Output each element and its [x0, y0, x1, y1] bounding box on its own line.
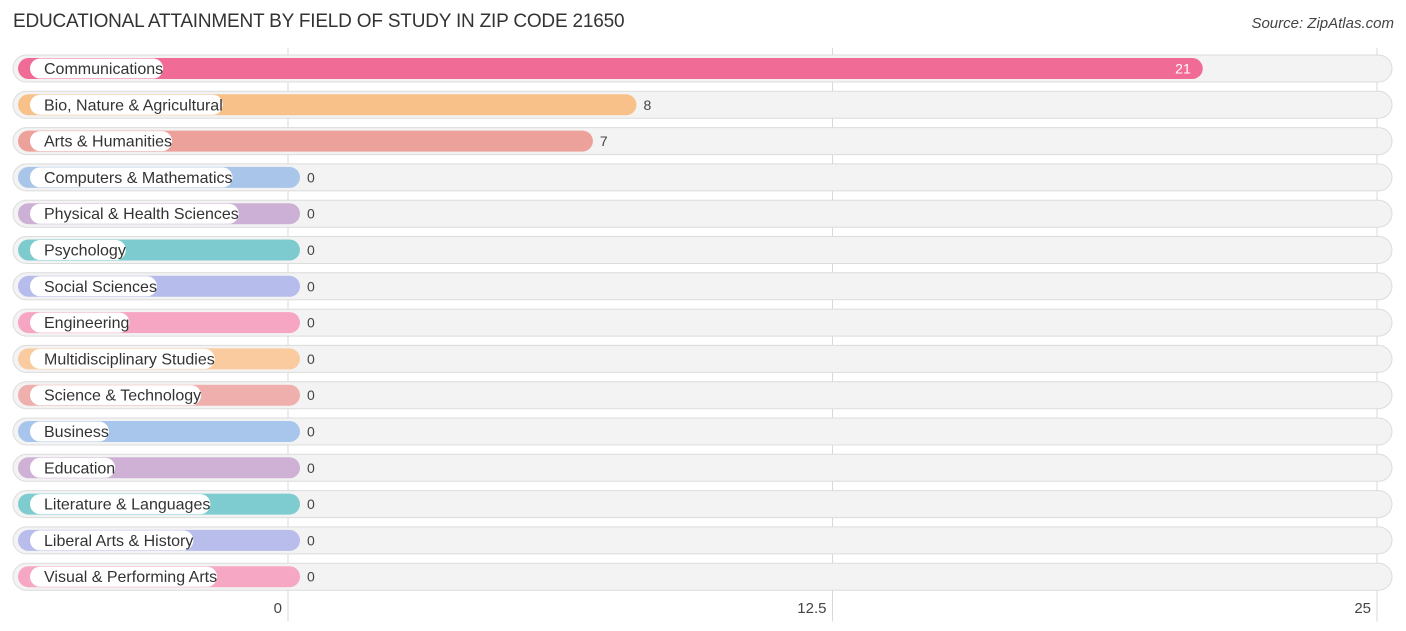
value-label: 0 [307, 169, 315, 185]
x-tick-label: 25 [1354, 600, 1371, 617]
value-label: 0 [307, 387, 315, 403]
value-label: 0 [307, 206, 315, 222]
category-label: Physical & Health Sciences [44, 206, 239, 223]
category-label: Bio, Nature & Agricultural [44, 97, 223, 114]
category-label: Business [44, 424, 109, 441]
value-label: 0 [307, 496, 315, 512]
bar-row: Science & Technology 0 [12, 381, 1393, 410]
value-label: 0 [307, 351, 315, 367]
bar-row: Social Sciences 0 [12, 272, 1393, 301]
value-label: 0 [307, 242, 315, 258]
bar-row: Computers & Mathematics 0 [12, 163, 1393, 192]
value-label: 7 [600, 133, 608, 149]
value-label: 0 [307, 569, 315, 585]
value-label: 0 [307, 315, 315, 331]
bar-row: Multidisciplinary Studies 0 [12, 344, 1393, 373]
category-label: Science & Technology [44, 388, 201, 405]
category-label: Multidisciplinary Studies [44, 351, 215, 368]
category-label: Communications [44, 61, 163, 78]
bar-row: Literature & Languages 0 [12, 490, 1393, 519]
category-label: Visual & Performing Arts [44, 569, 217, 586]
category-label: Psychology [44, 243, 126, 260]
bar-rows: Communications 21 Bio, Nature & Agricultur… [12, 54, 1393, 591]
value-label: 21 [1175, 61, 1191, 77]
value-label: 0 [307, 278, 315, 294]
value-label: 8 [643, 97, 651, 113]
bar[interactable] [18, 58, 1203, 79]
category-label: Computers & Mathematics [44, 170, 233, 187]
value-label: 0 [307, 460, 315, 476]
value-label: 0 [307, 532, 315, 548]
bar-row: Visual & Performing Arts 0 [12, 562, 1393, 591]
bar-row: Communications 21 [12, 54, 1393, 83]
bar-chart: Communications 21 Bio, Nature & Agricultur… [12, 48, 1393, 622]
bar-row: Arts & Humanities 7 [12, 127, 1393, 156]
category-label: Social Sciences [44, 279, 157, 296]
bar-row: Education 0 [12, 453, 1393, 482]
category-label: Arts & Humanities [44, 134, 172, 151]
value-label: 0 [307, 424, 315, 440]
bar-row: Psychology 0 [12, 236, 1393, 264]
category-label: Engineering [44, 315, 129, 332]
x-axis: 0 12.5 25 [274, 600, 1371, 617]
category-label: Education [44, 460, 115, 477]
x-tick-label: 12.5 [797, 600, 826, 617]
x-tick-label: 0 [274, 600, 282, 617]
category-label: Literature & Languages [44, 497, 210, 514]
category-label: Liberal Arts & History [44, 533, 193, 550]
bar-row: Engineering 0 [12, 308, 1393, 337]
bar-row: Liberal Arts & History 0 [12, 526, 1393, 555]
bar-row: Business 0 [12, 417, 1393, 446]
bar-row: Physical & Health Sciences 0 [12, 199, 1393, 228]
bar-row: Bio, Nature & Agricultural 8 [12, 90, 1393, 119]
